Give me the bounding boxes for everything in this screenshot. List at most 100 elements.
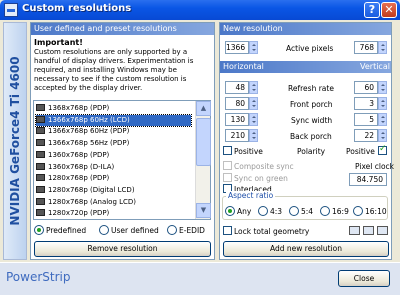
app-name: PowerStrip (6, 270, 71, 284)
list-item[interactable]: 1280x768p (Analog LCD) (36, 197, 191, 208)
monitor-icon (36, 197, 45, 205)
refresh-rate-h-spinner[interactable] (249, 81, 258, 94)
new-resolution-header: New resolution (220, 23, 391, 35)
e-edid-label: E-EDID (179, 226, 205, 235)
monitor-icon (36, 185, 45, 193)
list-item-label: 1366x768p 60Hz (LCD) (48, 115, 130, 124)
gpu-name: NVIDIA GeForce4 Ti 4600 (8, 56, 22, 226)
width-input[interactable]: 1366 (225, 41, 249, 54)
user-defined-radio[interactable] (99, 225, 109, 235)
aspect-16-9-radio[interactable] (320, 206, 330, 216)
scroll-up-icon[interactable]: ▲ (196, 101, 211, 116)
chart-icon[interactable] (377, 226, 388, 235)
aspect-ratio-label: Aspect ratio (226, 191, 276, 200)
front-porch-v-spinner[interactable] (378, 97, 387, 110)
lock-total-geometry-checkbox[interactable] (223, 226, 232, 235)
list-item-label: 1366x768p 60Hz (PDP) (48, 127, 130, 136)
scroll-down-icon[interactable]: ▼ (196, 203, 211, 218)
positive-v-label: Positive (346, 147, 375, 156)
front-porch-h-input[interactable]: 80 (225, 97, 249, 110)
list-item[interactable]: 1280x768p (Digital LCD) (36, 185, 191, 196)
height-input[interactable]: 768 (354, 41, 378, 54)
list-item[interactable]: 1280x768p (PDP) (36, 173, 191, 184)
height-spinner[interactable] (378, 41, 387, 54)
list-item[interactable]: 1280x720p (PDP) (36, 208, 191, 219)
sync-width-v-spinner[interactable] (378, 113, 387, 126)
aspect-16-10-radio[interactable] (353, 206, 363, 216)
back-porch-label: Back porch (290, 132, 332, 141)
refresh-rate-v-input[interactable]: 60 (354, 81, 378, 94)
close-button[interactable]: Close (338, 270, 390, 287)
front-porch-label: Front porch (290, 100, 333, 109)
composite-sync-label: Composite sync (234, 162, 294, 171)
sync-on-green-checkbox[interactable] (223, 173, 232, 182)
close-window-button[interactable]: ✕ (381, 2, 397, 18)
aspect-any-label: Any (237, 207, 252, 216)
important-notice: Custom resolutions are only supported by… (34, 48, 194, 92)
monitor-icon (36, 104, 45, 111)
composite-sync-checkbox[interactable] (223, 161, 232, 170)
monitor-icon[interactable] (349, 226, 360, 235)
list-item[interactable]: 1360x768p (PDP) (36, 150, 191, 161)
list-item-label: 1280x768p (Analog LCD) (48, 197, 137, 206)
predefined-radio[interactable] (34, 225, 44, 235)
add-new-resolution-button[interactable]: Add new resolution (223, 241, 389, 257)
back-porch-h-input[interactable]: 210 (225, 129, 249, 142)
back-porch-v-spinner[interactable] (378, 129, 387, 142)
positive-h-label: Positive (234, 147, 263, 156)
monitor-icon (36, 139, 45, 147)
horizontal-header: Horizontal (223, 62, 264, 71)
refresh-rate-label: Refresh rate (288, 84, 334, 93)
monitor-icon (36, 209, 45, 217)
monitor-icon (36, 150, 45, 158)
sync-on-green-label: Sync on green (234, 174, 288, 183)
positive-h-checkbox[interactable] (223, 146, 232, 155)
pixel-clock-label: Pixel clock (355, 162, 394, 171)
list-item[interactable]: 1360x768p (D-ILA) (36, 162, 191, 173)
monitor-icon (36, 174, 45, 182)
list-item-label: 1360x768p (D-ILA) (48, 162, 115, 171)
aspect-any-radio[interactable] (225, 206, 235, 216)
user-defined-label: User defined (111, 226, 159, 235)
back-porch-v-input[interactable]: 22 (354, 129, 378, 142)
help-button[interactable]: ? (364, 2, 380, 18)
list-item[interactable]: 1366x768p 60Hz (PDP) (36, 126, 191, 137)
list-item[interactable]: 1366x768p 60Hz (LCD) (35, 113, 192, 127)
vertical-header: Vertical (360, 62, 390, 71)
front-porch-h-spinner[interactable] (249, 97, 258, 110)
positive-v-checkbox[interactable] (378, 144, 387, 155)
e-edid-radio[interactable] (167, 225, 177, 235)
sync-width-label: Sync width (291, 116, 333, 125)
sync-width-h-input[interactable]: 130 (225, 113, 249, 126)
list-item-label: 1360x768p (PDP) (48, 150, 110, 159)
refresh-rate-v-spinner[interactable] (378, 81, 387, 94)
aspect-4-3-radio[interactable] (258, 206, 268, 216)
list-item[interactable]: 1368x768p (PDP) (36, 103, 191, 114)
timing-icon[interactable] (363, 226, 374, 235)
lock-total-geometry-label: Lock total geometry (234, 227, 310, 236)
remove-resolution-button[interactable]: Remove resolution (34, 241, 211, 257)
footer-divider (0, 262, 400, 263)
sync-width-v-input[interactable]: 5 (354, 113, 378, 126)
scroll-thumb[interactable] (196, 118, 211, 166)
list-item-label: 1280x768p (PDP) (48, 174, 110, 183)
monitor-icon (36, 127, 45, 135)
preset-resolutions-header: User defined and preset resolutions (31, 23, 214, 35)
aspect-5-4-radio[interactable] (289, 206, 299, 216)
predefined-label: Predefined (46, 226, 87, 235)
refresh-rate-h-input[interactable]: 48 (225, 81, 249, 94)
active-pixels-label: Active pixels (286, 44, 334, 53)
sync-width-h-spinner[interactable] (249, 113, 258, 126)
important-title: Important! (34, 38, 83, 47)
list-item-label: 1366x768p 56Hz (PDP) (48, 139, 130, 148)
back-porch-h-spinner[interactable] (249, 129, 258, 142)
aspect-4-3-label: 4:3 (270, 207, 283, 216)
aspect-16-9-label: 16:9 (332, 207, 349, 216)
width-spinner[interactable] (249, 41, 258, 54)
pixel-clock-input[interactable]: 84.750 (349, 173, 387, 186)
list-item[interactable]: 1366x768p 56Hz (PDP) (36, 138, 191, 149)
window-title: Custom resolutions (22, 3, 132, 14)
resolution-list[interactable]: 1368x768p (PDP) 1366x768p 60Hz (LCD) 1366x… (33, 100, 211, 220)
resolution-list-scrollbar[interactable]: ▲ ▼ (195, 101, 211, 219)
front-porch-v-input[interactable]: 3 (354, 97, 378, 110)
